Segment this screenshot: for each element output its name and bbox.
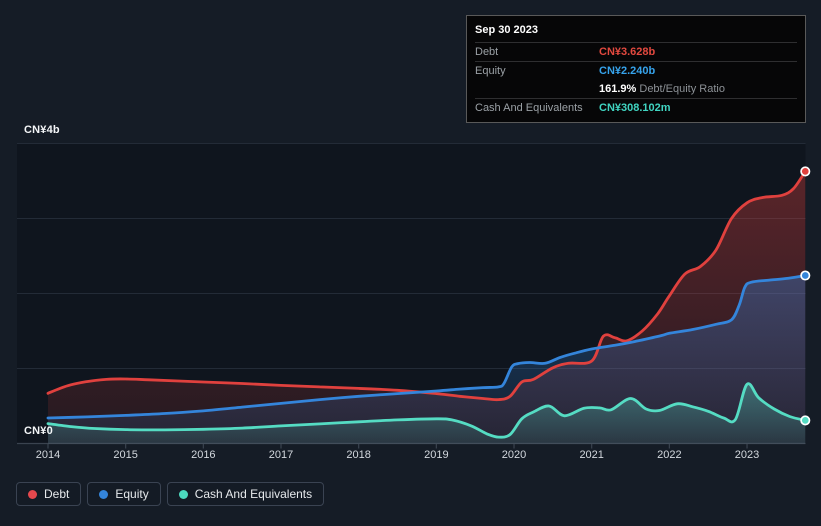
y-axis-zero-label: CN¥0: [24, 425, 53, 437]
x-axis-label: 2017: [268, 449, 294, 461]
y-axis-max-label: CN¥4b: [24, 124, 60, 136]
tooltip-equity-label: Equity: [475, 65, 506, 77]
x-axis-label: 2021: [579, 449, 604, 461]
tooltip-row-equity: Equity CN¥2.240b: [475, 61, 797, 80]
debt-equity-ratio-label: Debt/Equity Ratio: [639, 83, 725, 95]
endpoint-marker-Cash And Equivalents: [800, 415, 811, 426]
x-axis-label: 2018: [346, 449, 371, 461]
legend-label-cash: Cash And Equivalents: [194, 487, 313, 501]
cash-series-dot-icon: [178, 489, 188, 499]
tooltip-row-debt: Debt CN¥3.628b: [475, 42, 797, 61]
endpoint-marker-Equity: [800, 270, 811, 281]
tooltip-debt-value: CN¥3.628b: [599, 46, 656, 58]
tooltip-cash-label: Cash And Equivalents: [475, 102, 583, 114]
chart-tooltip: Sep 30 2023 Debt CN¥3.628b Equity CN¥2.2…: [466, 15, 806, 123]
x-axis-label: 2022: [657, 449, 682, 461]
legend-label-equity: Equity: [115, 487, 149, 501]
tooltip-equity-value: CN¥2.240b: [599, 65, 656, 77]
x-axis-label: 2019: [424, 449, 449, 461]
legend: Debt Equity Cash And Equivalents: [16, 482, 325, 506]
tooltip-debt-label: Debt: [475, 46, 499, 58]
equity-series-dot-icon: [99, 489, 109, 499]
legend-item-debt[interactable]: Debt: [16, 482, 82, 506]
x-axis-label: 2015: [113, 449, 138, 461]
legend-label-debt: Debt: [44, 487, 70, 501]
legend-item-equity[interactable]: Equity: [87, 482, 161, 506]
x-axis-label: 2020: [501, 449, 527, 461]
tooltip-row-ratio: 161.9% Debt/Equity Ratio: [475, 80, 797, 98]
debt-series-dot-icon: [28, 489, 37, 499]
debt-equity-ratio-value: 161.9%: [599, 83, 637, 95]
x-axis-label: 2014: [35, 449, 61, 461]
tooltip-date: Sep 30 2023: [475, 24, 538, 36]
endpoint-marker-Debt: [800, 166, 811, 177]
x-axis-label: 2023: [734, 449, 760, 461]
legend-item-cash[interactable]: Cash And Equivalents: [166, 482, 325, 506]
tooltip-row-cash: Cash And Equivalents CN¥308.102m: [475, 98, 797, 117]
tooltip-cash-value: CN¥308.102m: [599, 102, 671, 114]
x-axis-label: 2016: [191, 449, 216, 461]
